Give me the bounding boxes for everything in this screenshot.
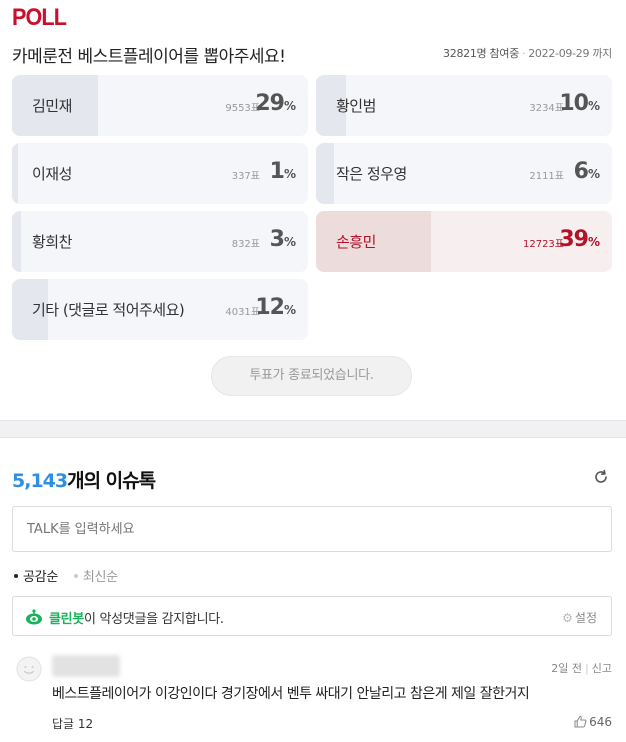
poll-section: POLL 카메룬전 베스트플레이어를 뽑아주세요! 32821명 참여중 · 202… xyxy=(0,0,626,420)
option-votes: 12723표 xyxy=(522,239,564,250)
sort-tabs: 공감순 최신순 xyxy=(14,566,130,585)
vote-share-fill xyxy=(12,211,21,272)
comment-time: 2일 전 xyxy=(551,662,583,675)
talk-count: 5,143 xyxy=(12,470,68,492)
option-name: 황희찬 xyxy=(32,233,72,251)
thumbs-up-icon xyxy=(574,715,587,728)
option-name: 황인범 xyxy=(336,97,376,115)
like-button[interactable]: 646 xyxy=(574,715,612,729)
poll-option[interactable]: 이재성 337표 1% xyxy=(12,143,308,204)
comment-meta: 2일 전 | 신고 xyxy=(551,660,612,676)
cleanbot-settings-button[interactable]: ⚙ 설정 xyxy=(562,609,597,626)
avatar-smiley-icon xyxy=(16,656,42,682)
replies-button[interactable]: 답글 12 xyxy=(52,715,93,732)
poll-heading: POLL xyxy=(12,4,67,31)
sort-tab-latest[interactable]: 최신순 xyxy=(73,566,118,585)
option-percent: 1% xyxy=(269,159,296,184)
vote-share-fill xyxy=(316,143,334,204)
gear-icon: ⚙ xyxy=(562,611,573,625)
poll-deadline: 2022-09-29 까지 xyxy=(528,47,612,60)
meta-separator: | xyxy=(585,662,589,675)
cleanbot-brand[interactable]: 클린봇 xyxy=(49,612,84,627)
poll-meta: 32821명 참여중 · 2022-09-29 까지 xyxy=(443,45,612,61)
cleanbot-bar: 클린봇이 악성댓글을 감지합니다. ⚙ 설정 xyxy=(12,596,612,636)
option-votes: 337표 xyxy=(231,171,260,182)
comment-author-blurred xyxy=(52,655,120,677)
option-name: 작은 정우영 xyxy=(336,165,407,183)
meta-separator: · xyxy=(522,47,526,60)
poll-question: 카메룬전 베스트플레이어를 뽑아주세요! xyxy=(12,47,286,67)
option-name: 이재성 xyxy=(32,165,72,183)
bullet-icon xyxy=(73,573,78,578)
option-name: 김민재 xyxy=(32,97,72,115)
poll-option[interactable]: 황희찬 832표 3% xyxy=(12,211,308,272)
option-votes: 2111표 xyxy=(529,171,564,182)
poll-option[interactable]: 김민재 9553표 29% xyxy=(12,75,308,136)
talk-input[interactable] xyxy=(12,506,612,552)
option-percent: 10% xyxy=(559,91,600,116)
option-percent: 39% xyxy=(559,227,600,252)
poll-option-winner[interactable]: 손흥민 12723표 39% xyxy=(316,211,612,272)
poll-option[interactable]: 황인범 3234표 10% xyxy=(316,75,612,136)
option-percent: 6% xyxy=(573,159,600,184)
option-percent: 3% xyxy=(269,227,296,252)
option-name: 손흥민 xyxy=(336,233,376,251)
like-count: 646 xyxy=(589,715,612,729)
option-percent: 29% xyxy=(255,91,296,116)
option-percent: 12% xyxy=(255,295,296,320)
comment-item: 2일 전 | 신고 베스트플레이어가 이강인이다 경기장에서 벤투 싸대기 안날리고… xyxy=(0,648,626,742)
comment-body: 베스트플레이어가 이강인이다 경기장에서 벤투 싸대기 안날리고 참은게 제일 … xyxy=(52,686,530,702)
cleanbot-message: 클린봇이 악성댓글을 감지합니다. xyxy=(49,612,224,627)
cleanbot-eye-icon xyxy=(26,609,42,625)
poll-option[interactable]: 작은 정우영 2111표 6% xyxy=(316,143,612,204)
option-votes: 832표 xyxy=(231,239,260,250)
option-name: 기타 (댓글로 적어주세요) xyxy=(32,301,185,319)
sort-tab-popular[interactable]: 공감순 xyxy=(14,566,58,585)
participant-count: 32821명 참여중 xyxy=(443,47,520,60)
poll-ended-button[interactable]: 투표가 종료되었습니다. xyxy=(211,356,412,396)
talk-header: 5,143개의 이슈톡 xyxy=(12,466,156,493)
section-divider xyxy=(0,420,626,438)
vote-share-fill xyxy=(12,143,18,204)
poll-option[interactable]: 기타 (댓글로 적어주세요) 4031표 12% xyxy=(12,279,308,340)
talk-title: 개의 이슈톡 xyxy=(67,470,156,492)
refresh-icon[interactable] xyxy=(592,468,610,486)
bullet-icon xyxy=(14,573,18,578)
report-button[interactable]: 신고 xyxy=(592,662,612,675)
